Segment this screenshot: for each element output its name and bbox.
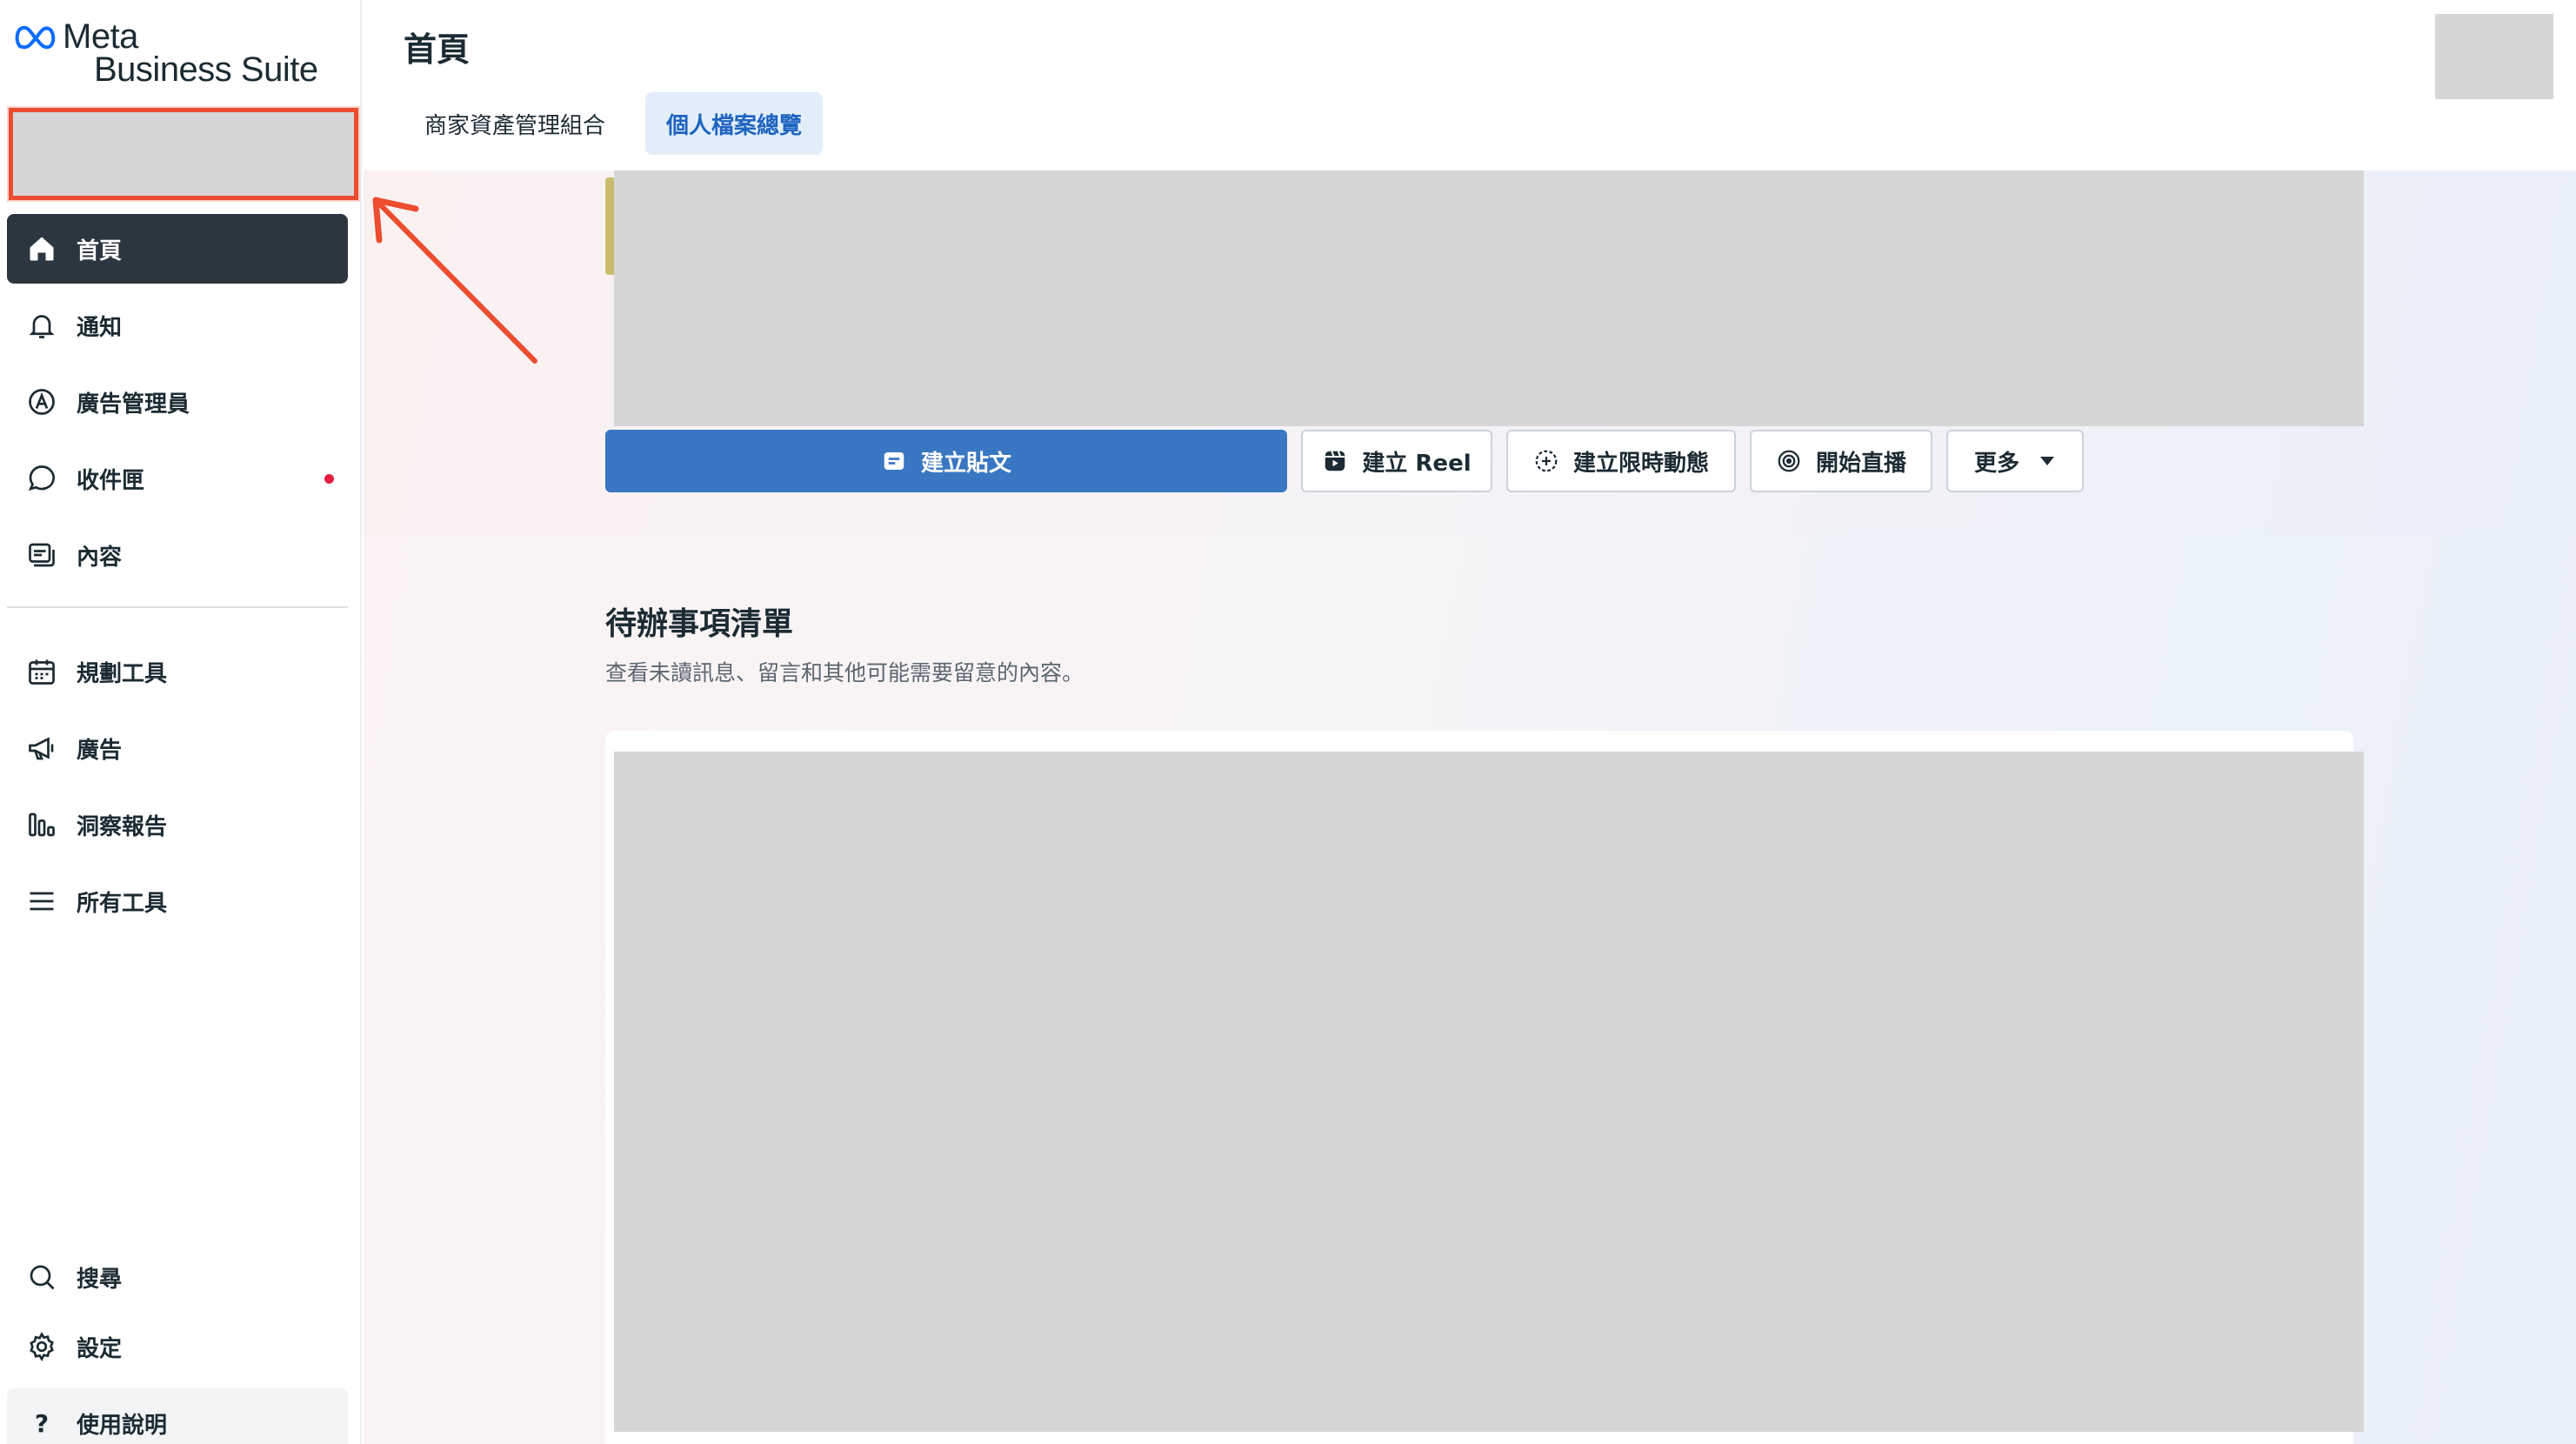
story-plus-icon	[1533, 448, 1559, 474]
search-icon	[7, 1242, 77, 1312]
sidebar-item-planner[interactable]: 規劃工具	[7, 637, 348, 706]
ads-manager-icon	[7, 367, 77, 437]
menu-icon	[7, 866, 77, 936]
go-live-label: 開始直播	[1815, 450, 1906, 477]
sidebar-item-label: 洞察報告	[77, 813, 168, 840]
tab-profile-overview[interactable]: 個人檔案總覽	[645, 92, 824, 155]
sidebar-item-notifications[interactable]: 通知	[7, 291, 348, 360]
tab-business-portfolio[interactable]: 商家資產管理組合	[404, 92, 626, 155]
create-story-label: 建立限時動態	[1572, 450, 1709, 477]
profile-summary-redacted	[614, 170, 2364, 426]
sidebar-item-all-tools[interactable]: 所有工具	[7, 866, 348, 936]
logo-line-2: Business Suite	[94, 50, 318, 89]
logo-line-1: Meta	[63, 17, 138, 56]
main-content: 建立貼文 建立 Reel 建立限時動態 開始直播 更多 待辦事項清單 查看未讀訊…	[364, 170, 2576, 1444]
caret-down-icon	[2040, 457, 2054, 465]
sidebar-item-label: 首頁	[77, 237, 123, 264]
sidebar-item-label: 通知	[77, 314, 123, 341]
sidebar-item-insights[interactable]: 洞察報告	[7, 790, 348, 859]
create-reel-label: 建立 Reel	[1362, 450, 1472, 477]
bar-chart-icon	[7, 790, 77, 859]
sidebar-item-content[interactable]: 內容	[7, 520, 348, 590]
bell-icon	[7, 291, 77, 360]
sidebar-item-label: 收件匣	[77, 467, 145, 494]
sidebar-item-home[interactable]: 首頁	[7, 214, 348, 284]
sidebar-item-help[interactable]: ? 使用說明	[7, 1388, 348, 1444]
live-icon	[1776, 448, 1802, 474]
create-story-button[interactable]: 建立限時動態	[1506, 430, 1736, 492]
sidebar-item-settings[interactable]: 設定	[7, 1312, 348, 1381]
sidebar-item-label: 設定	[77, 1335, 123, 1362]
create-reel-button[interactable]: 建立 Reel	[1301, 430, 1492, 492]
sidebar-item-label: 所有工具	[77, 890, 168, 917]
calendar-icon	[7, 637, 77, 706]
sidebar-item-label: 內容	[77, 544, 123, 571]
reel-icon	[1322, 448, 1348, 474]
todo-list-redacted	[614, 752, 2364, 1432]
account-switcher-redacted[interactable]	[9, 108, 358, 200]
meta-infinity-icon	[15, 25, 56, 50]
sidebar-item-ads-manager[interactable]: 廣告管理員	[7, 367, 348, 437]
create-post-label: 建立貼文	[920, 450, 1011, 477]
help-icon: ?	[34, 1408, 50, 1438]
page-header: 首頁 商家資產管理組合 個人檔案總覽	[364, 0, 2576, 170]
sidebar: Meta Business Suite 首頁 通知 廣告管理員 收件匣 內容 規…	[0, 0, 362, 1444]
avatar-redacted[interactable]	[2435, 14, 2553, 99]
post-icon	[881, 448, 907, 474]
more-label: 更多	[1973, 450, 2019, 477]
cover-image-edge	[605, 177, 614, 275]
chat-bubble-icon	[7, 444, 77, 513]
sidebar-divider	[7, 606, 348, 608]
sidebar-item-label: 搜尋	[77, 1266, 123, 1293]
unread-dot	[324, 474, 334, 484]
sidebar-item-inbox[interactable]: 收件匣	[7, 444, 348, 513]
meta-business-suite-logo[interactable]: Meta Business Suite	[14, 19, 318, 87]
go-live-button[interactable]: 開始直播	[1750, 430, 1932, 492]
sidebar-item-label: 使用說明	[77, 1412, 168, 1439]
more-dropdown-button[interactable]: 更多	[1946, 430, 2084, 492]
page-title: 首頁	[404, 30, 470, 69]
sidebar-item-ads[interactable]: 廣告	[7, 713, 348, 783]
todo-subtitle: 查看未讀訊息、留言和其他可能需要留意的內容。	[605, 660, 1084, 685]
sidebar-item-label: 規劃工具	[77, 660, 168, 687]
megaphone-icon	[7, 713, 77, 783]
sidebar-item-label: 廣告管理員	[77, 391, 190, 418]
content-icon	[7, 520, 77, 590]
create-post-button[interactable]: 建立貼文	[605, 430, 1287, 492]
gear-icon	[7, 1312, 77, 1381]
home-icon	[7, 214, 77, 284]
todo-title: 待辦事項清單	[605, 606, 794, 642]
sidebar-item-label: 廣告	[77, 737, 123, 764]
sidebar-item-search[interactable]: 搜尋	[7, 1242, 348, 1312]
